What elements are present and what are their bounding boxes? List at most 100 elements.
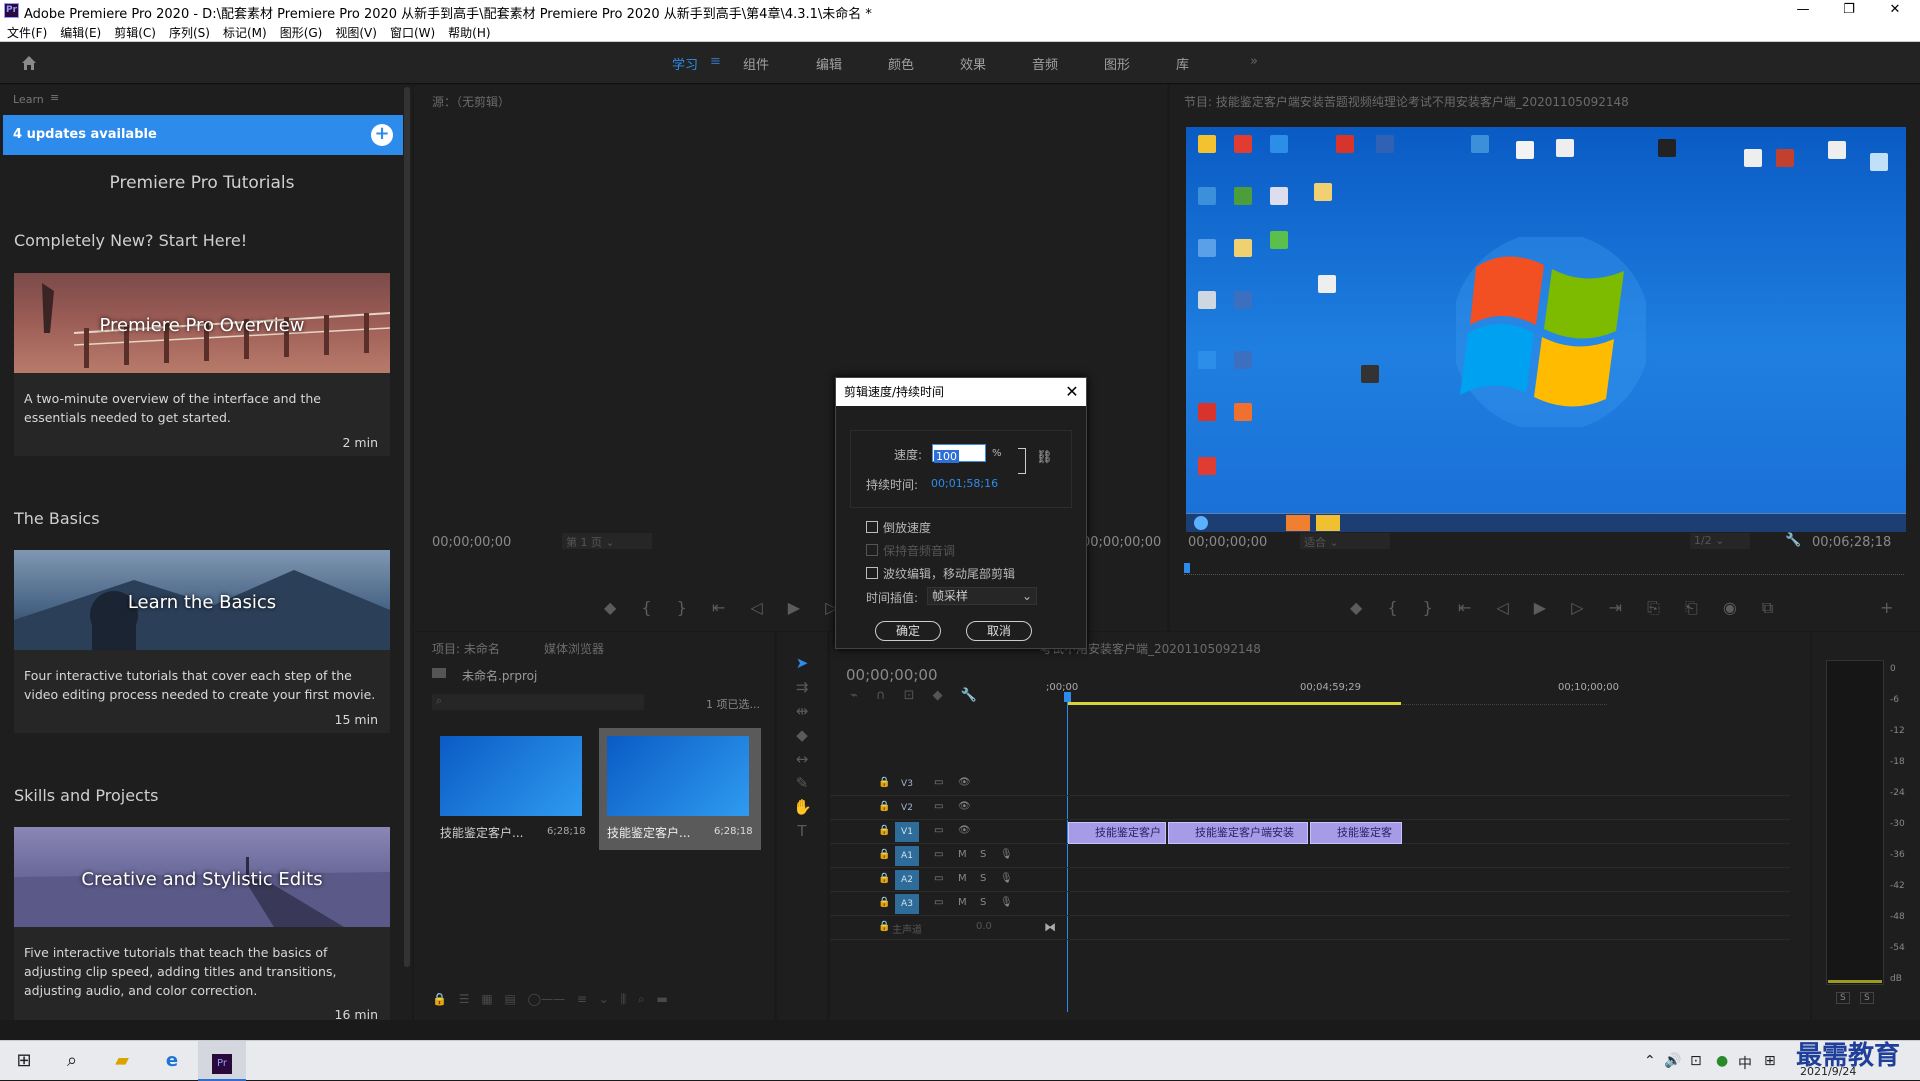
lock-icon[interactable]: 🔒 <box>878 825 890 836</box>
project-bottom-toolbar[interactable]: 🔒 ☰ ▦ ▤ ◯—— ≡ ⌄ ⫼ ⌕ ▬ <box>432 992 668 1007</box>
sync-icon[interactable]: ▭ <box>934 897 943 908</box>
program-resolution-select[interactable]: 1/2 ⌄ <box>1690 533 1750 549</box>
ripple-edit-tool-icon[interactable]: ⇹ <box>793 702 811 720</box>
project-item[interactable]: 技能鉴定客户... 6;28;18 <box>432 728 594 850</box>
project-tab[interactable]: 项目: 未命名 <box>432 640 500 657</box>
project-item-selected[interactable]: 技能鉴定客户... 6;28;18 <box>599 728 761 850</box>
program-transport-controls[interactable]: ◆ { } ⇤ ◁ ▶ ▷ ⇥ ⎘ ⎗ ◉ ⧉ <box>1350 598 1910 618</box>
slip-tool-icon[interactable]: ↔ <box>793 750 811 768</box>
speed-input[interactable]: 100 <box>932 444 986 463</box>
menu-view[interactable]: 视图(V) <box>328 22 383 41</box>
workspace-tab-effects[interactable]: 效果 <box>960 54 986 73</box>
sync-icon[interactable]: ▭ <box>934 801 943 812</box>
menu-help[interactable]: 帮助(H) <box>441 22 496 41</box>
selection-tool-icon[interactable]: ➤ <box>793 654 811 672</box>
panel-menu-icon[interactable]: ≡ <box>50 91 59 104</box>
home-icon[interactable] <box>20 54 38 72</box>
program-playhead[interactable] <box>1184 563 1190 573</box>
updates-banner[interactable]: 4 updates available + <box>3 115 403 155</box>
solo-button[interactable]: S <box>980 897 986 908</box>
microphone-icon[interactable]: 🎙 <box>1000 873 1013 884</box>
edge-browser-icon[interactable]: e <box>148 1041 196 1081</box>
eye-icon[interactable]: 👁 <box>958 825 971 836</box>
master-volume-value[interactable]: 0.0 <box>976 921 992 932</box>
track-label[interactable]: A3 <box>895 894 919 914</box>
tutorial-card-basics[interactable]: Learn the Basics Four interactive tutori… <box>14 550 390 733</box>
workspace-tab-editing[interactable]: 编辑 <box>816 54 842 73</box>
timeline-clip[interactable]: 技能鉴定客 <box>1310 822 1402 844</box>
timeline-clip[interactable]: 技能鉴定客户 <box>1068 822 1166 844</box>
mute-button[interactable]: M <box>958 849 967 860</box>
menu-edit[interactable]: 编辑(E) <box>53 22 107 41</box>
type-tool-icon[interactable]: T <box>793 822 811 840</box>
track-select-tool-icon[interactable]: ⇉ <box>793 678 811 696</box>
microphone-icon[interactable]: 🎙 <box>1000 849 1013 860</box>
lock-icon[interactable]: 🔒 <box>878 849 890 860</box>
timeline-clip[interactable]: 技能鉴定客户端安装 <box>1168 822 1308 844</box>
ime-indicator[interactable]: 中 <box>1738 1053 1752 1073</box>
source-page-select[interactable]: 第 1 页 ⌄ <box>562 533 652 549</box>
media-browser-tab[interactable]: 媒体浏览器 <box>544 640 604 657</box>
source-timecode-left[interactable]: 00;00;00;00 <box>432 535 511 550</box>
reverse-speed-checkbox[interactable] <box>866 521 878 533</box>
lock-icon[interactable]: 🔒 <box>878 777 890 788</box>
solo-button[interactable]: S <box>980 849 986 860</box>
menu-window[interactable]: 窗口(W) <box>383 22 441 41</box>
learn-scrollbar[interactable] <box>404 87 410 967</box>
volume-icon[interactable]: 🔊 <box>1664 1053 1681 1069</box>
tutorial-card-creative[interactable]: Creative and Stylistic Edits Five intera… <box>14 827 390 1020</box>
menu-file[interactable]: 文件(F) <box>0 22 53 41</box>
menu-clip[interactable]: 剪辑(C) <box>107 22 162 41</box>
add-button-icon[interactable]: + <box>1880 598 1893 617</box>
program-fit-select[interactable]: 适合 ⌄ <box>1300 533 1390 549</box>
microphone-icon[interactable]: 🎙 <box>1000 897 1013 908</box>
program-video-frame[interactable] <box>1186 127 1906 532</box>
learn-panel-tab[interactable]: Learn <box>13 93 44 106</box>
pen-tool-icon[interactable]: ✎ <box>793 774 811 792</box>
sync-icon[interactable]: ▭ <box>934 825 943 836</box>
plus-icon[interactable]: + <box>371 124 393 146</box>
wrench-icon[interactable]: 🔧 <box>1785 533 1801 548</box>
track-label[interactable]: V2 <box>895 798 919 818</box>
meter-solo-button[interactable]: S <box>1860 992 1874 1004</box>
premiere-taskbar-button[interactable]: Pr <box>198 1041 246 1081</box>
sync-icon[interactable]: ▭ <box>934 873 943 884</box>
menu-sequence[interactable]: 序列(S) <box>162 22 216 41</box>
link-icon[interactable]: ⛓ <box>1036 450 1053 465</box>
mute-button[interactable]: M <box>958 873 967 884</box>
ripple-edit-checkbox[interactable] <box>866 567 878 579</box>
timeline-toolbar[interactable]: ⌁ ∩ ⊡ ◆ 🔧 <box>850 688 977 703</box>
program-monitor-title[interactable]: 节目: 技能鉴定客户端安装苦题视频纯理论考试不用安装客户端_2020110509… <box>1184 93 1629 110</box>
windows-start-icon[interactable]: ⊞ <box>0 1041 48 1081</box>
hand-tool-icon[interactable]: ✋ <box>793 798 812 816</box>
menu-markers[interactable]: 标记(M) <box>216 22 273 41</box>
keyboard-layout-icon[interactable]: ⊞ <box>1764 1053 1776 1069</box>
show-hidden-icons[interactable]: ⌃ <box>1644 1053 1656 1069</box>
workspace-tab-libraries[interactable]: 库 <box>1176 54 1189 73</box>
ok-button[interactable]: 确定 <box>875 621 941 641</box>
search-icon[interactable]: ⌕ <box>48 1041 96 1081</box>
minimize-button[interactable]: — <box>1780 0 1826 22</box>
mute-button[interactable]: M <box>958 897 967 908</box>
playhead-handle[interactable] <box>1064 692 1071 702</box>
lock-icon[interactable]: 🔒 <box>878 897 890 908</box>
tutorial-card-overview[interactable]: Premiere Pro Overview A two-minute overv… <box>14 273 390 456</box>
tray-app-icon[interactable]: ● <box>1716 1053 1728 1069</box>
duration-value[interactable]: 00;01;58;16 <box>931 477 998 490</box>
track-label[interactable]: V3 <box>895 774 919 794</box>
meter-solo-button[interactable]: S <box>1836 992 1850 1004</box>
track-label[interactable]: V1 <box>895 822 919 842</box>
program-timecode-left[interactable]: 00;00;00;00 <box>1188 535 1267 550</box>
maintain-pitch-checkbox[interactable] <box>866 544 878 556</box>
workspace-tab-learn[interactable]: 学习 <box>672 54 698 73</box>
track-label[interactable]: A1 <box>895 846 919 866</box>
workspace-tab-assembly[interactable]: 组件 <box>743 54 769 73</box>
dialog-close-button[interactable]: ✕ <box>1064 378 1080 406</box>
maximize-button[interactable]: ❐ <box>1826 0 1872 22</box>
workspace-menu-icon[interactable]: ≡ <box>710 54 721 69</box>
workspace-tab-graphics[interactable]: 图形 <box>1104 54 1130 73</box>
razor-tool-icon[interactable]: ◆ <box>793 726 811 744</box>
sync-icon[interactable]: ▭ <box>934 849 943 860</box>
project-search-input[interactable]: ⌕ <box>432 694 644 710</box>
timeline-timecode[interactable]: 00;00;00;00 <box>846 666 938 684</box>
